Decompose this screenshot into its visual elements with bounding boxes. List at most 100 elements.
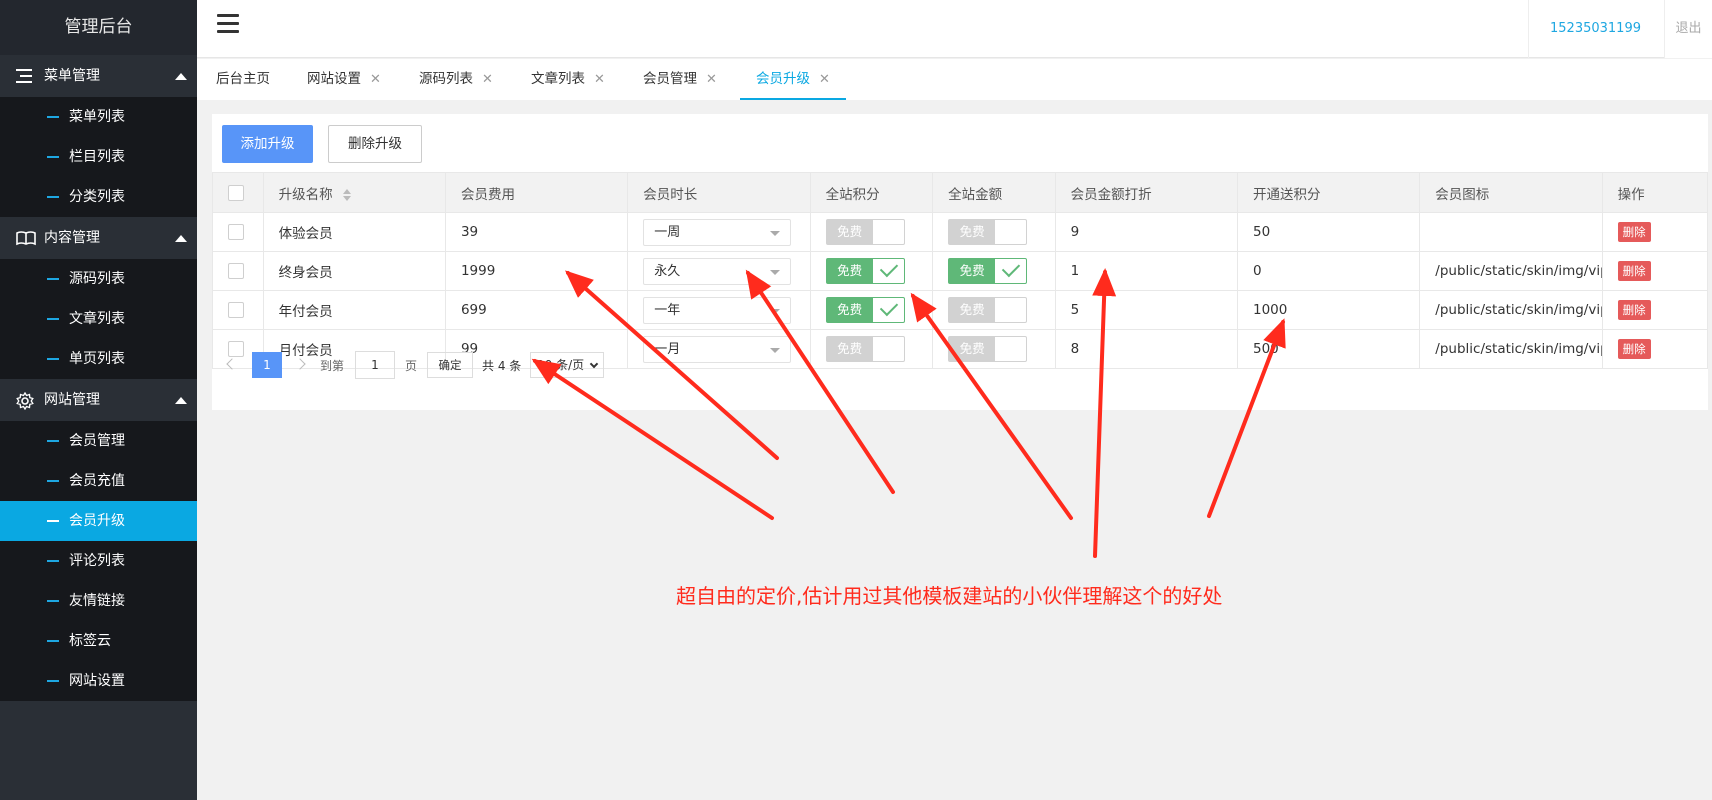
sidebar-footer-space [0, 718, 197, 800]
duration-select[interactable]: 一周 [643, 218, 792, 246]
logout-button[interactable]: 退出 [1664, 0, 1712, 58]
cell-discount: 5 [1054, 290, 1238, 330]
dash-icon [47, 318, 59, 320]
tab-member-upgrade[interactable]: 会员升级 ✕ [740, 59, 846, 100]
sidebar-item-label: 会员管理 [69, 433, 125, 449]
row-checkbox[interactable] [228, 302, 244, 318]
cell-site-points: 免费 [809, 212, 934, 252]
per-page-select[interactable]: 10 条/页 [530, 352, 604, 378]
sidebar-group-site-header[interactable]: 网站管理 [0, 379, 197, 421]
site-points-switch[interactable]: 免费 [825, 219, 905, 245]
sidebar-item-member-recharge[interactable]: 会员充值 [0, 461, 197, 501]
duration-value: 永久 [654, 263, 681, 279]
close-icon[interactable]: ✕ [594, 72, 605, 87]
tab-label: 网站设置 [307, 71, 361, 87]
chevron-right-icon[interactable] [294, 358, 306, 370]
sidebar-item-menu-list[interactable]: 菜单列表 [0, 97, 197, 137]
sidebar-item-label: 友情链接 [69, 593, 125, 609]
duration-select[interactable]: 一年 [643, 296, 792, 324]
sidebar-item-page-list[interactable]: 单页列表 [0, 339, 197, 379]
site-amount-switch[interactable]: 免费 [948, 219, 1028, 245]
close-icon[interactable]: ✕ [819, 72, 830, 87]
goto-confirm-button[interactable]: 确定 [427, 352, 473, 378]
close-icon[interactable]: ✕ [482, 72, 493, 87]
user-phone-text: 15235031199 [1550, 21, 1641, 36]
duration-select[interactable]: 永久 [643, 257, 792, 285]
top-bar: 15235031199 退出 [197, 0, 1712, 58]
cell-fee: 1999 [444, 251, 629, 291]
sidebar-group-menu-header[interactable]: 菜单管理 [0, 55, 197, 97]
column-header-icon: 会员图标 [1419, 172, 1603, 213]
row-checkbox[interactable] [228, 263, 244, 279]
cell-icon-path [1419, 212, 1603, 252]
sidebar-item-label: 源码列表 [69, 271, 125, 287]
cell-name: 终身会员 [262, 251, 446, 291]
close-icon[interactable]: ✕ [370, 72, 381, 87]
tab-member-manage[interactable]: 会员管理 ✕ [643, 59, 717, 100]
select-all-checkbox[interactable] [228, 184, 244, 201]
tab-source-list[interactable]: 源码列表 ✕ [419, 59, 493, 100]
switch-label: 免费 [826, 298, 873, 322]
cell-icon-path: /public/static/skin/img/vip3.png [1419, 251, 1603, 291]
add-upgrade-button[interactable]: 添加升级 [222, 125, 313, 163]
dropdown-arrow-icon [770, 308, 781, 314]
cell-name: 年付会员 [262, 290, 446, 330]
chevron-down-icon [589, 359, 599, 369]
delete-row-button[interactable]: 删除 [1617, 222, 1651, 242]
dash-icon [47, 640, 59, 642]
tab-label: 会员升级 [756, 71, 810, 87]
cell-discount: 9 [1054, 212, 1238, 252]
column-header-discount: 会员金额打折 [1054, 172, 1238, 213]
sidebar-item-column-list[interactable]: 栏目列表 [0, 137, 197, 177]
sidebar-item-category-list[interactable]: 分类列表 [0, 177, 197, 217]
site-points-switch[interactable]: 免费 [825, 297, 905, 323]
sidebar-group-label: 菜单管理 [44, 68, 100, 84]
hamburger-menu-icon[interactable] [217, 14, 239, 36]
tab-home[interactable]: 后台主页 [216, 59, 270, 100]
page-label: 页 [405, 359, 418, 373]
delete-row-button[interactable]: 删除 [1617, 300, 1651, 320]
sidebar-item-comment-list[interactable]: 评论列表 [0, 541, 197, 581]
total-count: 共 4 条 [482, 359, 522, 373]
book-icon [16, 230, 36, 246]
dash-icon [47, 680, 59, 682]
cell-site-amount: 免费 [932, 290, 1056, 330]
upgrade-table: 升级名称 会员费用 会员时长 全站积分 全站金额 会员金额打折 开通送积分 会员… [212, 172, 1709, 369]
close-icon[interactable]: ✕ [706, 72, 717, 87]
sort-icon[interactable] [342, 188, 351, 201]
sidebar-item-label: 网站设置 [69, 673, 125, 689]
dash-icon [47, 480, 59, 482]
page-button-current[interactable]: 1 [252, 352, 282, 378]
tab-site-settings[interactable]: 网站设置 ✕ [307, 59, 381, 100]
delete-row-button[interactable]: 删除 [1617, 261, 1651, 281]
chevron-left-icon[interactable] [226, 358, 238, 370]
site-points-switch[interactable]: 免费 [825, 258, 905, 284]
sidebar-item-article-list[interactable]: 文章列表 [0, 299, 197, 339]
sidebar-item-friend-links[interactable]: 友情链接 [0, 581, 197, 621]
row-checkbox[interactable] [228, 224, 244, 240]
sidebar-item-site-settings[interactable]: 网站设置 [0, 661, 197, 701]
site-amount-switch[interactable]: 免费 [948, 297, 1028, 323]
sidebar-item-member-manage[interactable]: 会员管理 [0, 421, 197, 461]
goto-page-input[interactable]: 1 [355, 351, 395, 379]
cell-bonus-points: 1000 [1236, 290, 1421, 330]
sidebar-item-source-list[interactable]: 源码列表 [0, 259, 197, 299]
column-header-bonus-points: 开通送积分 [1236, 172, 1421, 213]
sidebar: 管理后台 菜单管理 菜单列表 栏目列表 分类列表 内容管理 源码列表 文章列表 … [0, 0, 197, 800]
dropdown-arrow-icon [770, 230, 781, 236]
row-select-cell [212, 212, 264, 252]
content-panel: 添加升级 删除升级 升级名称 会员费用 会员时长 全站积分 全站金额 会员金额打… [212, 114, 1709, 410]
tab-label: 文章列表 [531, 71, 585, 87]
column-header-site-points: 全站积分 [809, 172, 934, 213]
column-header-fee: 会员费用 [444, 172, 629, 213]
sidebar-group-label: 内容管理 [44, 230, 100, 246]
delete-upgrade-button[interactable]: 删除升级 [328, 125, 422, 163]
cell-discount: 1 [1054, 251, 1238, 291]
sidebar-group-content-header[interactable]: 内容管理 [0, 217, 197, 259]
sidebar-item-tag-cloud[interactable]: 标签云 [0, 621, 197, 661]
column-header-name[interactable]: 升级名称 [262, 172, 446, 213]
sidebar-item-member-upgrade[interactable]: 会员升级 [0, 501, 197, 541]
site-amount-switch[interactable]: 免费 [948, 258, 1028, 284]
column-header-label: 升级名称 [278, 186, 333, 203]
tab-article-list[interactable]: 文章列表 ✕ [531, 59, 605, 100]
